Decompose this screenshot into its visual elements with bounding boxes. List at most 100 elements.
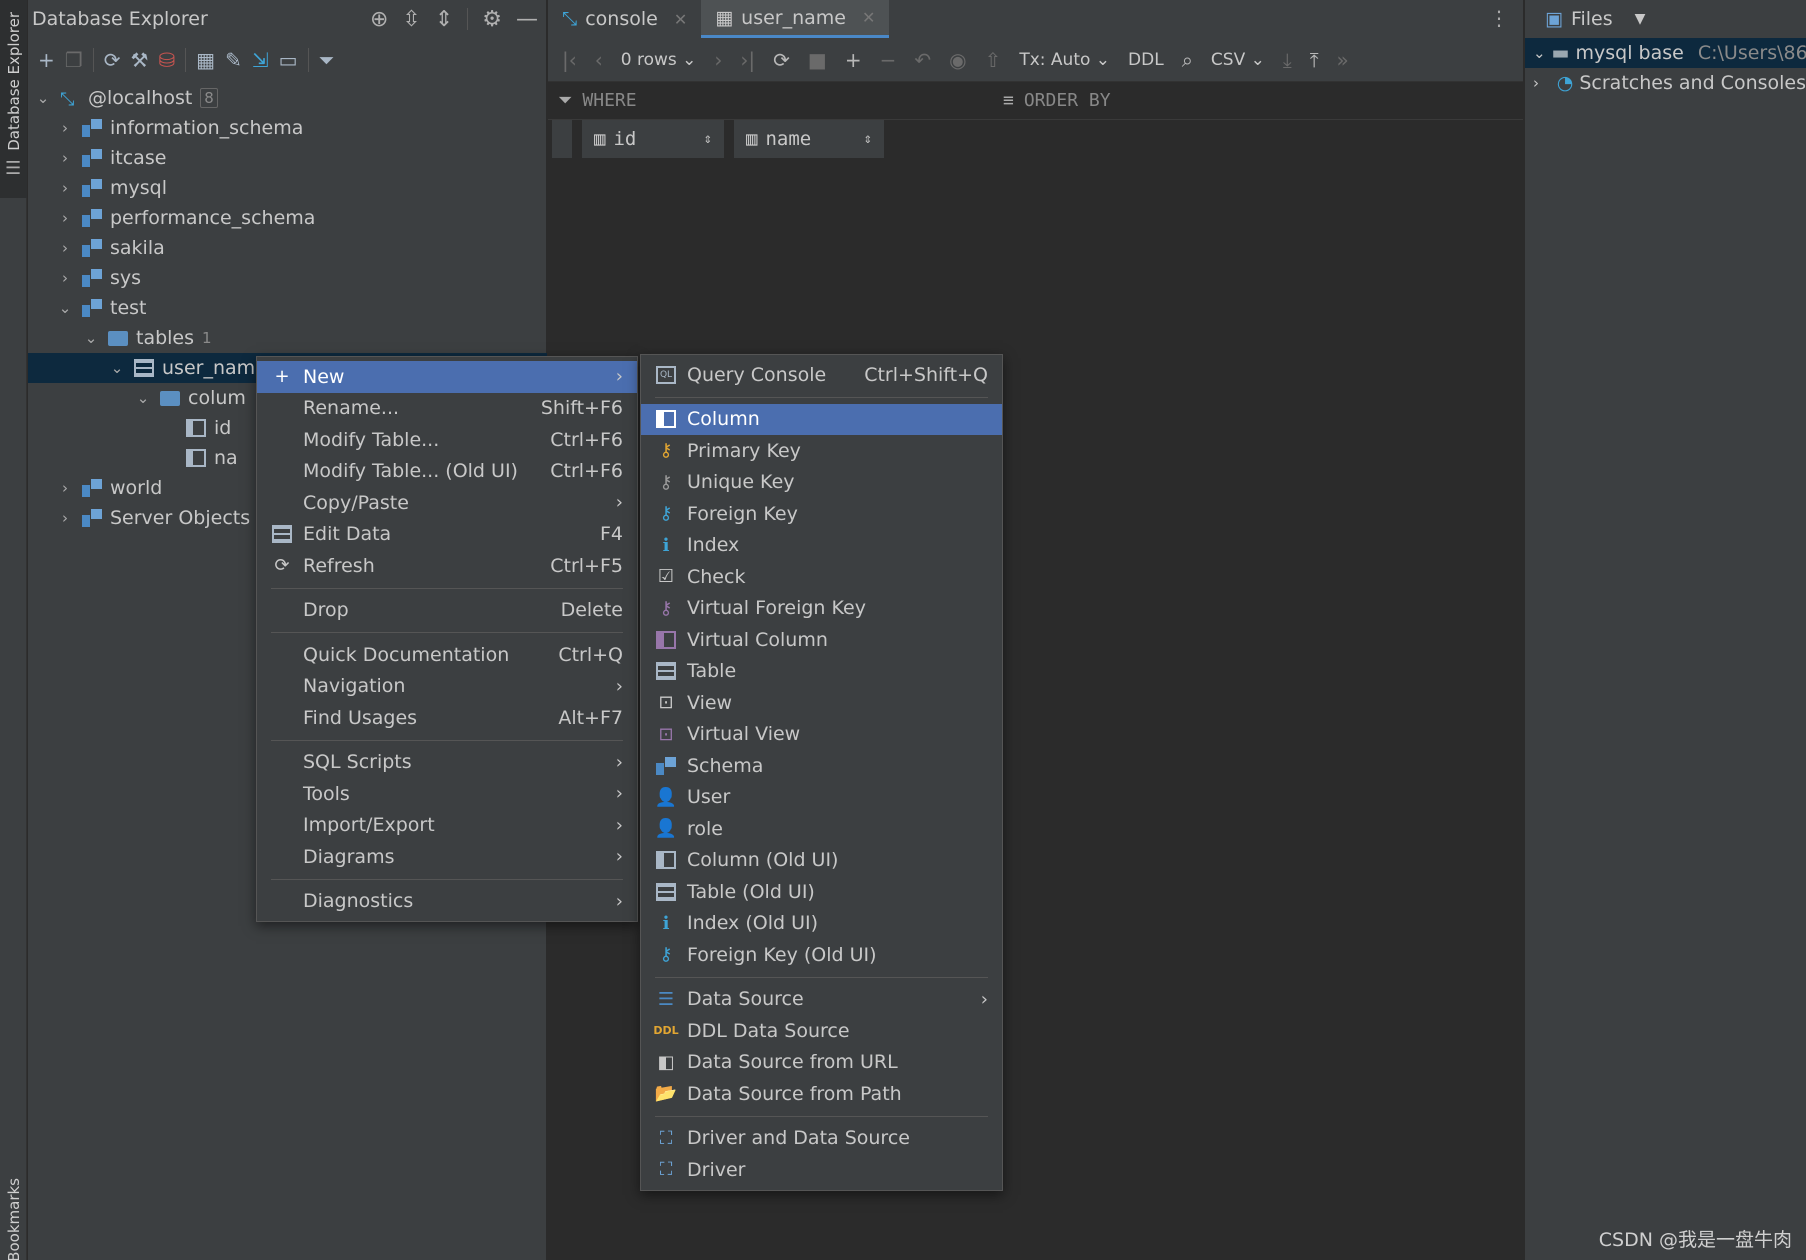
submenu-item-schema[interactable]: Schema [641, 750, 1002, 782]
ddl-button[interactable]: DDL [1128, 50, 1164, 70]
chevron-down-icon[interactable]: ⌄ [134, 389, 152, 407]
jump-icon[interactable]: ⇲ [252, 48, 269, 72]
bookmarks-strip-label[interactable]: Bookmarks [5, 1178, 23, 1260]
export-format-selector[interactable]: CSV ⌄ [1211, 50, 1265, 70]
chevron-down-icon[interactable]: ⌄ [82, 329, 100, 347]
tree-tables-folder[interactable]: ⌄ tables 1 [28, 323, 547, 353]
submenu-item-foreign-key-old-ui[interactable]: ⚷ Foreign Key (Old UI) [641, 939, 1002, 971]
submenu-item-primary-key[interactable]: ⚷ Primary Key [641, 435, 1002, 467]
order-by-filter[interactable]: ≡ ORDER BY [1003, 90, 1111, 111]
submenu-item-table-old-ui[interactable]: Table (Old UI) [641, 876, 1002, 908]
chevron-right-icon[interactable]: › [56, 509, 74, 527]
submenu-item-index-old-ui[interactable]: i Index (Old UI) [641, 908, 1002, 940]
database-explorer-strip-tab[interactable]: Database Explorer ☰ [0, 0, 27, 198]
submenu-item-virtual-column[interactable]: Virtual Column [641, 624, 1002, 656]
menu-item-new[interactable]: + New › [257, 361, 637, 393]
files-item-mysql-base[interactable]: ⌄ ▬ mysql base C:\Users\861 [1525, 38, 1806, 68]
minimize-icon[interactable]: — [516, 7, 538, 32]
overflow-icon[interactable]: » [1337, 48, 1349, 72]
more-options-icon[interactable]: ⋮ [1489, 6, 1509, 30]
tree-schema[interactable]: › information_schema [28, 113, 547, 143]
column-header-name[interactable]: ▥ name ⇕ [734, 120, 884, 158]
tab-user-name[interactable]: ▦ user_name ✕ [701, 0, 890, 38]
files-panel-header[interactable]: ▣ Files ▼ [1525, 0, 1806, 38]
filter-icon[interactable]: ⏷ [319, 48, 335, 72]
submenu-item-foreign-key[interactable]: ⚷ Foreign Key [641, 498, 1002, 530]
submenu-item-unique-key[interactable]: ⚷ Unique Key [641, 467, 1002, 499]
submenu-item-data-source-from-url[interactable]: ◧ Data Source from URL [641, 1047, 1002, 1079]
submenu-item-user[interactable]: 👤 User [641, 782, 1002, 814]
tree-schema-test[interactable]: ⌄ test [28, 293, 547, 323]
submenu-item-view[interactable]: ⊡ View [641, 687, 1002, 719]
expand-all-icon[interactable]: ⇳ [402, 7, 420, 32]
submenu-item-check[interactable]: ☑ Check [641, 561, 1002, 593]
submenu-item-driver-and-data-source[interactable]: ⛶ Driver and Data Source [641, 1123, 1002, 1155]
submenu-item-ddl-data-source[interactable]: DDL DDL Data Source [641, 1015, 1002, 1047]
chevron-right-icon[interactable]: › [56, 119, 74, 137]
collapse-all-icon[interactable]: ⇕ [435, 7, 453, 32]
edit-icon[interactable]: ✎ [225, 48, 242, 72]
tree-connection[interactable]: ⌄ ⤡ @localhost 8 [28, 83, 547, 113]
menu-item-drop[interactable]: Drop Delete [257, 595, 637, 627]
add-icon[interactable]: + [38, 48, 55, 72]
menu-item-edit-data[interactable]: Edit Data F4 [257, 519, 637, 551]
files-item-scratches[interactable]: › ◔ Scratches and Consoles [1525, 68, 1806, 98]
where-filter[interactable]: ⏷ WHERE [548, 90, 1003, 111]
crosshair-icon[interactable]: ⊕ [370, 7, 388, 32]
revert-icon[interactable]: ↶ [914, 48, 931, 72]
table-icon[interactable]: ▦ [196, 48, 215, 72]
chevron-down-icon[interactable]: ⌄ [56, 299, 74, 317]
sort-arrows-icon[interactable]: ⇕ [864, 131, 872, 147]
menu-item-diagrams[interactable]: Diagrams › [257, 841, 637, 873]
menu-item-copy-paste[interactable]: Copy/Paste › [257, 487, 637, 519]
submenu-item-virtual-view[interactable]: ⊡ Virtual View [641, 719, 1002, 751]
menu-item-refresh[interactable]: ⟳ Refresh Ctrl+F5 [257, 550, 637, 582]
submenu-item-role[interactable]: 👤 role [641, 813, 1002, 845]
submenu-item-column-old-ui[interactable]: Column (Old UI) [641, 845, 1002, 877]
submenu-item-query-console[interactable]: QL Query Console Ctrl+Shift+Q [641, 359, 1002, 391]
menu-item-tools[interactable]: Tools › [257, 778, 637, 810]
menu-item-import-export[interactable]: Import/Export › [257, 810, 637, 842]
chevron-right-icon[interactable]: › [56, 239, 74, 257]
refresh-icon[interactable]: ⟳ [104, 48, 121, 72]
tx-mode-selector[interactable]: Tx: Auto ⌄ [1019, 50, 1110, 70]
submenu-item-column[interactable]: Column [641, 403, 1002, 435]
chevron-down-icon[interactable]: ⌄ [1533, 44, 1546, 62]
next-page-icon[interactable]: › [714, 48, 722, 72]
tree-schema[interactable]: › mysql [28, 173, 547, 203]
search-icon[interactable]: ⌕ [1182, 48, 1193, 72]
chevron-down-icon[interactable]: ▼ [1635, 11, 1646, 27]
close-icon[interactable]: ✕ [862, 8, 875, 27]
submenu-item-table[interactable]: Table [641, 656, 1002, 688]
submenu-item-data-source[interactable]: ☰ Data Source › [641, 984, 1002, 1016]
menu-item-quick-documentation[interactable]: Quick Documentation Ctrl+Q [257, 639, 637, 671]
disconnect-icon[interactable]: ⛁ [158, 48, 175, 72]
chevron-right-icon[interactable]: › [56, 479, 74, 497]
preview-icon[interactable]: ◉ [949, 48, 966, 72]
close-icon[interactable]: ✕ [674, 10, 687, 29]
menu-item-rename[interactable]: Rename... Shift+F6 [257, 393, 637, 425]
last-page-icon[interactable]: ›| [740, 48, 755, 72]
chevron-right-icon[interactable]: › [1533, 74, 1551, 92]
first-page-icon[interactable]: |‹ [562, 48, 577, 72]
chevron-down-icon[interactable]: ⌄ [108, 359, 126, 377]
chevron-right-icon[interactable]: › [56, 149, 74, 167]
download-icon[interactable]: ⤓ [1283, 48, 1292, 72]
submit-icon[interactable]: ⇧ [985, 48, 1002, 72]
copy-icon[interactable]: ❐ [65, 48, 83, 72]
tree-schema[interactable]: › sys [28, 263, 547, 293]
submenu-item-index[interactable]: i Index [641, 530, 1002, 562]
submenu-item-data-source-from-path[interactable]: 📂 Data Source from Path [641, 1078, 1002, 1110]
properties-icon[interactable]: ⚒ [130, 48, 148, 72]
menu-item-modify-table-old[interactable]: Modify Table... (Old UI) Ctrl+F6 [257, 456, 637, 488]
submenu-item-driver[interactable]: ⛶ Driver [641, 1154, 1002, 1186]
stop-icon[interactable]: ■ [808, 48, 827, 72]
menu-item-find-usages[interactable]: Find Usages Alt+F7 [257, 702, 637, 734]
menu-item-sql-scripts[interactable]: SQL Scripts › [257, 747, 637, 779]
remove-row-icon[interactable]: − [880, 48, 897, 72]
sort-arrows-icon[interactable]: ⇕ [704, 131, 712, 147]
menu-item-modify-table[interactable]: Modify Table... Ctrl+F6 [257, 424, 637, 456]
add-row-icon[interactable]: + [845, 48, 862, 72]
gear-icon[interactable]: ⚙ [482, 7, 502, 32]
tree-schema[interactable]: › performance_schema [28, 203, 547, 233]
